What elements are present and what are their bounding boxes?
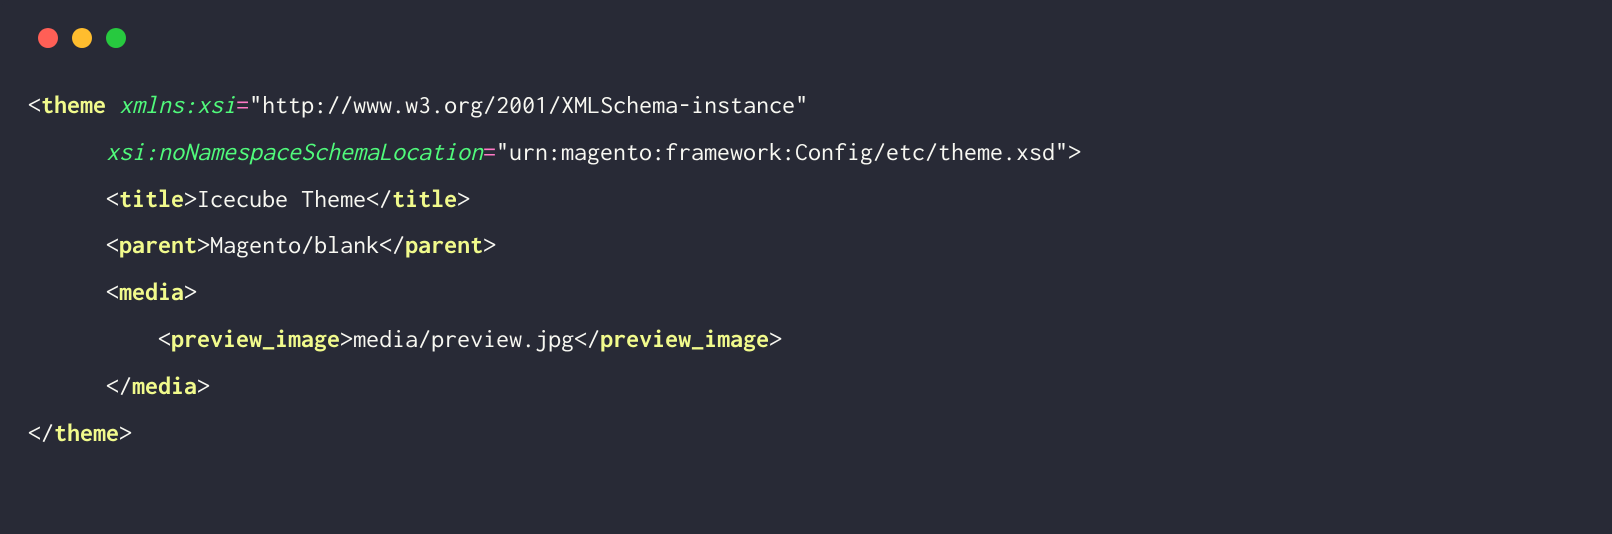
preview-image-text: media/preview.jpg [353, 325, 574, 352]
tag-parent-close: parent [405, 231, 483, 258]
attr-value: "urn:magento:framework:Config/etc/theme.… [496, 138, 1068, 165]
angle-open-slash: </ [574, 325, 600, 352]
angle-open-slash: </ [366, 185, 392, 212]
tag-theme-close: theme [54, 419, 119, 446]
tag-parent: parent [119, 231, 197, 258]
code-window: <theme xmlns:xsi="http://www.w3.org/2001… [0, 0, 1612, 534]
angle-open-slash: </ [28, 419, 54, 446]
tag-media: media [119, 278, 184, 305]
angle-close: > [483, 231, 496, 258]
angle-close: > [1068, 138, 1081, 165]
tag-preview-image: preview_image [171, 325, 340, 352]
title-text: Icecube Theme [197, 185, 366, 212]
angle-close: > [119, 419, 132, 446]
angle-open-slash: </ [106, 372, 132, 399]
attr-value: "http://www.w3.org/2001/XMLSchema-instan… [249, 91, 808, 118]
equals: = [483, 138, 496, 165]
angle-close: > [197, 231, 210, 258]
tag-media-close: media [132, 372, 197, 399]
attr-xmlns: xmlns:xsi [119, 91, 236, 118]
angle-close: > [197, 372, 210, 399]
maximize-button[interactable] [106, 28, 126, 48]
angle-open: < [106, 278, 119, 305]
tag-preview-image-close: preview_image [600, 325, 769, 352]
window-controls [28, 28, 1584, 48]
angle-close: > [184, 185, 197, 212]
angle-open: < [158, 325, 171, 352]
angle-close: > [457, 185, 470, 212]
tag-title: title [119, 185, 184, 212]
attr-schema-location: xsi:noNamespaceSchemaLocation [106, 138, 483, 165]
equals: = [236, 91, 249, 118]
angle-open: < [106, 185, 119, 212]
minimize-button[interactable] [72, 28, 92, 48]
angle-open: < [106, 231, 119, 258]
parent-text: Magento/blank [210, 231, 379, 258]
code-block: <theme xmlns:xsi="http://www.w3.org/2001… [28, 82, 1584, 456]
angle-close: > [340, 325, 353, 352]
angle-close: > [184, 278, 197, 305]
tag-title-close: title [392, 185, 457, 212]
tag-theme: theme [41, 91, 106, 118]
angle-close: > [769, 325, 782, 352]
close-button[interactable] [38, 28, 58, 48]
angle-open-slash: </ [379, 231, 405, 258]
angle-open: < [28, 91, 41, 118]
